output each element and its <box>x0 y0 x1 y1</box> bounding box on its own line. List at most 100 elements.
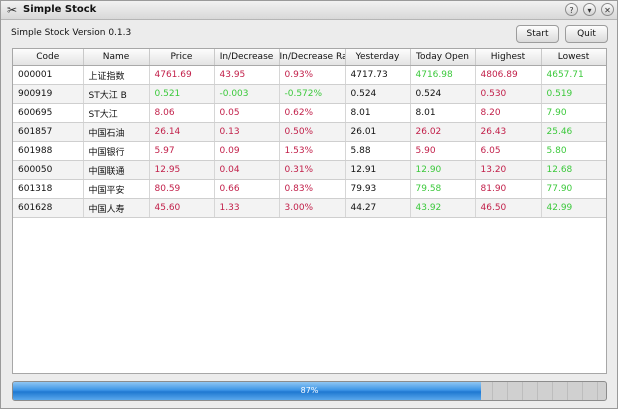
column-header[interactable]: In/Decrease Rat <box>279 49 346 66</box>
column-header[interactable]: Name <box>83 49 150 66</box>
table-cell-low[interactable]: 5.80 <box>541 141 606 161</box>
table-cell-change[interactable]: 0.05 <box>214 103 280 123</box>
table-cell-high[interactable]: 13.20 <box>475 160 542 180</box>
table-cell-change[interactable]: -0.003 <box>214 84 280 104</box>
table-cell-high[interactable]: 6.05 <box>475 141 542 161</box>
table-cell-rate[interactable]: 0.31% <box>279 160 346 180</box>
close-icon[interactable]: ✕ <box>601 3 614 16</box>
table-cell-low[interactable]: 12.68 <box>541 160 606 180</box>
table-cell-price[interactable]: 12.95 <box>149 160 215 180</box>
table-cell-name[interactable]: ST大江 B <box>83 84 150 104</box>
table-cell-price[interactable]: 80.59 <box>149 179 215 199</box>
table-cell-price[interactable]: 8.06 <box>149 103 215 123</box>
table-row[interactable]: 600695 ST大江 8.06 0.05 0.62% 8.01 8.01 8.20 7.90 <box>13 103 606 123</box>
column-header[interactable]: Yesterday <box>345 49 411 66</box>
start-button[interactable]: Start <box>516 25 559 43</box>
app-tools-icon[interactable]: ✂ <box>5 3 19 17</box>
table-cell-yesterday[interactable]: 26.01 <box>345 122 411 142</box>
table-cell-code[interactable]: 900919 <box>13 84 84 104</box>
column-header[interactable]: In/Decrease <box>214 49 280 66</box>
table-row[interactable]: 601318 中国平安 80.59 0.66 0.83% 79.93 79.58 81.90 7… <box>13 179 606 199</box>
table-cell-change[interactable]: 0.13 <box>214 122 280 142</box>
table-cell-open[interactable]: 4716.98 <box>410 65 476 85</box>
column-header[interactable]: Lowest <box>541 49 606 66</box>
table-row[interactable]: 000001 上证指数 4761.69 43.95 0.93% 4717.73 4716.9… <box>13 65 606 85</box>
table-cell-yesterday[interactable]: 79.93 <box>345 179 411 199</box>
table-cell-price[interactable]: 5.97 <box>149 141 215 161</box>
table-cell-yesterday[interactable]: 5.88 <box>345 141 411 161</box>
title-bar[interactable]: ✂ Simple Stock ? ▾ ✕ <box>1 1 617 20</box>
table-cell-high[interactable]: 0.530 <box>475 84 542 104</box>
table-cell-low[interactable]: 0.519 <box>541 84 606 104</box>
table-cell-name[interactable]: 上证指数 <box>83 65 150 85</box>
table-cell-code[interactable]: 601628 <box>13 198 84 218</box>
table-cell-rate[interactable]: 3.00% <box>279 198 346 218</box>
table-cell-rate[interactable]: -0.572% <box>279 84 346 104</box>
column-header[interactable]: Price <box>149 49 215 66</box>
table-cell-low[interactable]: 4657.71 <box>541 65 606 85</box>
minimize-icon[interactable]: ▾ <box>583 3 596 16</box>
table-cell-high[interactable]: 46.50 <box>475 198 542 218</box>
stock-table-view[interactable]: Code Name Price In/Decrease In/Decrease Rat Y… <box>12 48 607 374</box>
table-cell-open[interactable]: 5.90 <box>410 141 476 161</box>
table-row[interactable]: 600050 中国联通 12.95 0.04 0.31% 12.91 12.90 13.20 1… <box>13 160 606 180</box>
table-cell-open[interactable]: 12.90 <box>410 160 476 180</box>
main-window: ✂ Simple Stock ? ▾ ✕ Simple Stock Versio… <box>0 0 618 409</box>
table-cell-change[interactable]: 43.95 <box>214 65 280 85</box>
table-cell-name[interactable]: 中国人寿 <box>83 198 150 218</box>
table-cell-name[interactable]: 中国平安 <box>83 179 150 199</box>
table-cell-yesterday[interactable]: 0.524 <box>345 84 411 104</box>
column-header[interactable]: Today Open <box>410 49 476 66</box>
table-cell-rate[interactable]: 0.83% <box>279 179 346 199</box>
table-cell-open[interactable]: 8.01 <box>410 103 476 123</box>
table-cell-code[interactable]: 601318 <box>13 179 84 199</box>
help-icon[interactable]: ? <box>565 3 578 16</box>
table-cell-code[interactable]: 600050 <box>13 160 84 180</box>
table-cell-price[interactable]: 26.14 <box>149 122 215 142</box>
table-cell-change[interactable]: 0.04 <box>214 160 280 180</box>
table-cell-code[interactable]: 600695 <box>13 103 84 123</box>
table-cell-name[interactable]: ST大江 <box>83 103 150 123</box>
table-cell-yesterday[interactable]: 4717.73 <box>345 65 411 85</box>
table-cell-price[interactable]: 4761.69 <box>149 65 215 85</box>
table-cell-open[interactable]: 26.02 <box>410 122 476 142</box>
table-cell-price[interactable]: 0.521 <box>149 84 215 104</box>
table-cell-open[interactable]: 0.524 <box>410 84 476 104</box>
column-header[interactable]: Highest <box>475 49 542 66</box>
table-cell-code[interactable]: 601857 <box>13 122 84 142</box>
window-title: Simple Stock <box>23 4 97 15</box>
table-cell-rate[interactable]: 0.50% <box>279 122 346 142</box>
table-cell-low[interactable]: 7.90 <box>541 103 606 123</box>
column-header[interactable]: Code <box>13 49 84 66</box>
table-row[interactable]: 601988 中国银行 5.97 0.09 1.53% 5.88 5.90 6.05 5.80 <box>13 141 606 161</box>
table-cell-price[interactable]: 45.60 <box>149 198 215 218</box>
table-cell-name[interactable]: 中国联通 <box>83 160 150 180</box>
table-cell-high[interactable]: 26.43 <box>475 122 542 142</box>
table-cell-open[interactable]: 79.58 <box>410 179 476 199</box>
table-cell-rate[interactable]: 0.93% <box>279 65 346 85</box>
table-row[interactable]: 601628 中国人寿 45.60 1.33 3.00% 44.27 43.92 46.50 4… <box>13 198 606 218</box>
table-cell-change[interactable]: 0.66 <box>214 179 280 199</box>
table-cell-low[interactable]: 25.46 <box>541 122 606 142</box>
version-label: Simple Stock Version 0.1.3 <box>11 28 132 38</box>
table-row[interactable]: 900919 ST大江 B 0.521 -0.003 -0.572% 0.524 0.524… <box>13 84 606 104</box>
table-cell-high[interactable]: 8.20 <box>475 103 542 123</box>
table-cell-open[interactable]: 43.92 <box>410 198 476 218</box>
table-cell-name[interactable]: 中国银行 <box>83 141 150 161</box>
table-cell-name[interactable]: 中国石油 <box>83 122 150 142</box>
table-cell-yesterday[interactable]: 12.91 <box>345 160 411 180</box>
table-cell-low[interactable]: 77.90 <box>541 179 606 199</box>
table-cell-high[interactable]: 4806.89 <box>475 65 542 85</box>
table-cell-yesterday[interactable]: 44.27 <box>345 198 411 218</box>
quit-button[interactable]: Quit <box>565 25 608 43</box>
table-cell-code[interactable]: 601988 <box>13 141 84 161</box>
table-cell-code[interactable]: 000001 <box>13 65 84 85</box>
table-cell-change[interactable]: 0.09 <box>214 141 280 161</box>
table-cell-change[interactable]: 1.33 <box>214 198 280 218</box>
table-cell-yesterday[interactable]: 8.01 <box>345 103 411 123</box>
table-cell-high[interactable]: 81.90 <box>475 179 542 199</box>
table-cell-low[interactable]: 42.99 <box>541 198 606 218</box>
table-cell-rate[interactable]: 1.53% <box>279 141 346 161</box>
table-cell-rate[interactable]: 0.62% <box>279 103 346 123</box>
table-row[interactable]: 601857 中国石油 26.14 0.13 0.50% 26.01 26.02 26.43 2… <box>13 122 606 142</box>
